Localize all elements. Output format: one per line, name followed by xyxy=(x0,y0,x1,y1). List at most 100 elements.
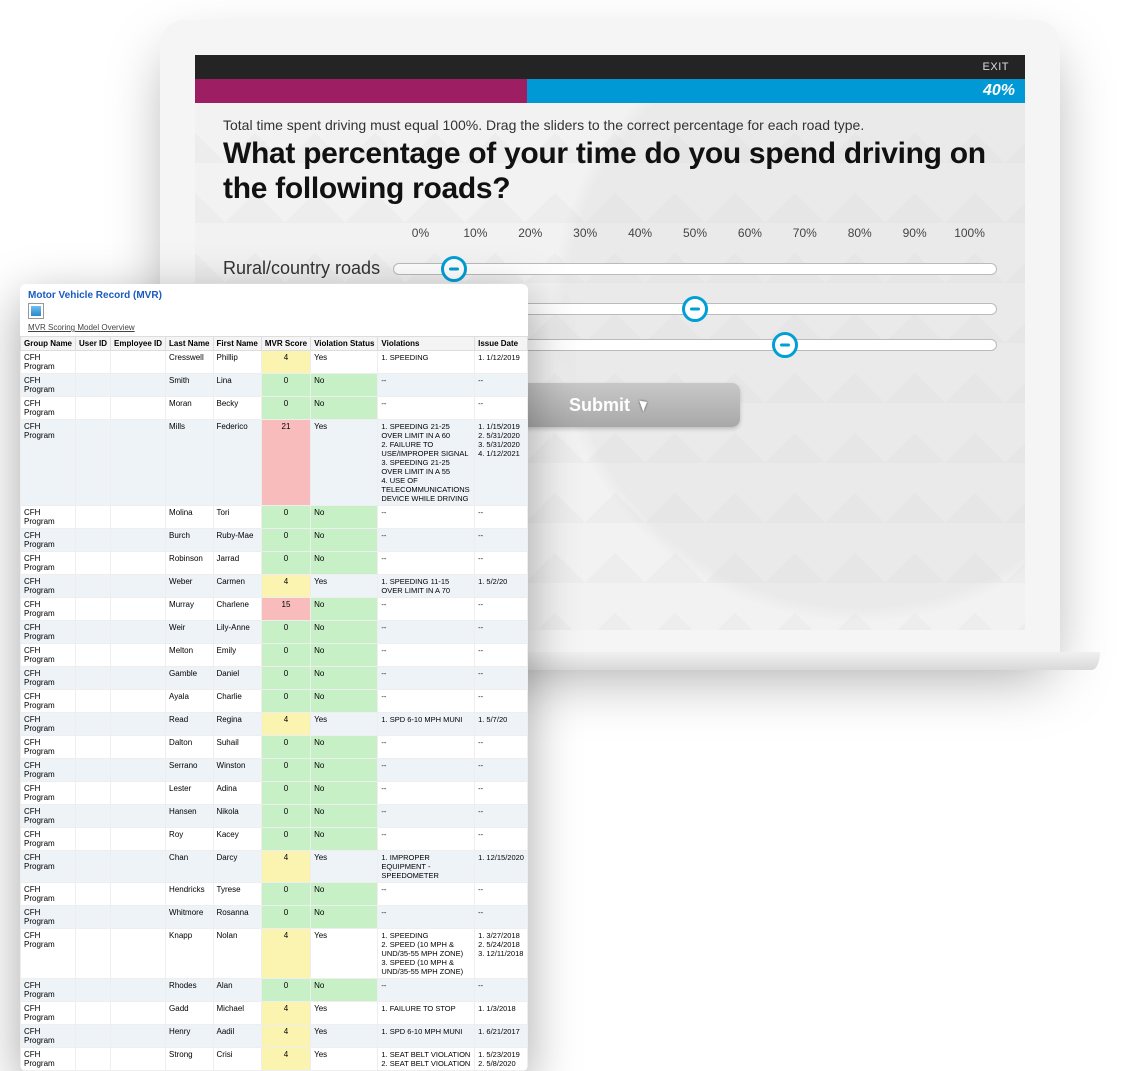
cell: Nikola xyxy=(213,805,261,828)
tick-label: 90% xyxy=(887,226,942,240)
cell: Ruby-Mae xyxy=(213,529,261,552)
table-row[interactable]: CFH ProgramWeberCarmen4Yes1. SPEEDING 11… xyxy=(21,575,528,598)
column-header[interactable]: User ID xyxy=(76,337,111,351)
cell: Jarrad xyxy=(213,552,261,575)
slider-thumb[interactable] xyxy=(441,256,467,282)
column-header[interactable]: Employee ID xyxy=(111,337,166,351)
slider-label: Rural/country roads xyxy=(223,258,393,279)
table-row[interactable]: CFH ProgramSerranoWinston0No---- xyxy=(21,759,528,782)
column-header[interactable]: Violations xyxy=(378,337,475,351)
slider-track[interactable] xyxy=(393,263,997,275)
cell: Federico xyxy=(213,420,261,506)
cell xyxy=(76,1048,111,1071)
cell: Kacey xyxy=(213,828,261,851)
table-row[interactable]: CFH ProgramSmithLina0No---- xyxy=(21,374,528,397)
cell: Regina xyxy=(213,713,261,736)
column-header[interactable]: Group Name xyxy=(21,337,76,351)
cell: Aadil xyxy=(213,1025,261,1048)
column-header[interactable]: Issue Date xyxy=(475,337,528,351)
cell xyxy=(111,420,166,506)
table-row[interactable]: CFH ProgramMeltonEmily0No---- xyxy=(21,644,528,667)
cell: No xyxy=(311,883,378,906)
cell xyxy=(76,575,111,598)
cell xyxy=(111,529,166,552)
exit-link[interactable]: EXIT xyxy=(983,61,1009,73)
instruction-text: Total time spent driving must equal 100%… xyxy=(195,103,1025,133)
table-header-row: Group NameUser IDEmployee IDLast NameFir… xyxy=(21,337,528,351)
cell: CFH Program xyxy=(21,736,76,759)
cell: No xyxy=(311,979,378,1002)
cell: Gadd xyxy=(166,1002,213,1025)
cell: Yes xyxy=(311,713,378,736)
cell: CFH Program xyxy=(21,851,76,883)
table-row[interactable]: CFH ProgramMurrayCharlene15No---- xyxy=(21,598,528,621)
table-row[interactable]: CFH ProgramReadRegina4Yes1. SPD 6-10 MPH… xyxy=(21,713,528,736)
column-header[interactable]: Violation Status xyxy=(311,337,378,351)
table-row[interactable]: CFH ProgramLesterAdina0No---- xyxy=(21,782,528,805)
cell: CFH Program xyxy=(21,351,76,374)
cell: Yes xyxy=(311,351,378,374)
cell: CFH Program xyxy=(21,713,76,736)
cell xyxy=(111,690,166,713)
table-row[interactable]: CFH ProgramWeirLily-Anne0No---- xyxy=(21,621,528,644)
slider-thumb[interactable] xyxy=(772,332,798,358)
table-row[interactable]: CFH ProgramDaltonSuhail0No---- xyxy=(21,736,528,759)
cell: 0 xyxy=(261,667,310,690)
table-row[interactable]: CFH ProgramMoranBecky0No---- xyxy=(21,397,528,420)
cell: -- xyxy=(378,759,475,782)
cell: Mills xyxy=(166,420,213,506)
progress-complete xyxy=(195,79,527,103)
table-row[interactable]: CFH ProgramStrongCrisi4Yes1. SEAT BELT V… xyxy=(21,1048,528,1071)
cell: No xyxy=(311,506,378,529)
table-row[interactable]: CFH ProgramRobinsonJarrad0No---- xyxy=(21,552,528,575)
table-row[interactable]: CFH ProgramGambleDaniel0No---- xyxy=(21,667,528,690)
cell: 1. 1/12/2019 xyxy=(475,351,528,374)
table-row[interactable]: CFH ProgramHenryAadil4Yes1. SPD 6-10 MPH… xyxy=(21,1025,528,1048)
table-row[interactable]: CFH ProgramChanDarcy4Yes1. IMPROPER EQUI… xyxy=(21,851,528,883)
table-row[interactable]: CFH ProgramGaddMichael4Yes1. FAILURE TO … xyxy=(21,1002,528,1025)
table-row[interactable]: CFH ProgramAyalaCharlie0No---- xyxy=(21,690,528,713)
table-row[interactable]: CFH ProgramHendricksTyrese0No---- xyxy=(21,883,528,906)
cell xyxy=(76,420,111,506)
column-header[interactable]: Last Name xyxy=(166,337,213,351)
cell xyxy=(111,736,166,759)
cell: Melton xyxy=(166,644,213,667)
cell: -- xyxy=(475,906,528,929)
cell: CFH Program xyxy=(21,598,76,621)
cell: -- xyxy=(475,552,528,575)
cell xyxy=(111,552,166,575)
slider-thumb[interactable] xyxy=(682,296,708,322)
cell: Lester xyxy=(166,782,213,805)
cell: Tori xyxy=(213,506,261,529)
cell: 0 xyxy=(261,782,310,805)
cell: -- xyxy=(378,506,475,529)
cell: Whitmore xyxy=(166,906,213,929)
cell: CFH Program xyxy=(21,883,76,906)
table-row[interactable]: CFH ProgramCresswellPhillip4Yes1. SPEEDI… xyxy=(21,351,528,374)
table-row[interactable]: CFH ProgramRoyKacey0No---- xyxy=(21,828,528,851)
cell: Moran xyxy=(166,397,213,420)
table-row[interactable]: CFH ProgramRhodesAlan0No---- xyxy=(21,979,528,1002)
cell: No xyxy=(311,782,378,805)
column-header[interactable]: MVR Score xyxy=(261,337,310,351)
cell: CFH Program xyxy=(21,906,76,929)
table-row[interactable]: CFH ProgramBurchRuby-Mae0No---- xyxy=(21,529,528,552)
table-row[interactable]: CFH ProgramWhitmoreRosanna0No---- xyxy=(21,906,528,929)
cell: 1. 3/27/20182. 5/24/20183. 12/11/2018 xyxy=(475,929,528,979)
cell: -- xyxy=(475,374,528,397)
cell: 0 xyxy=(261,828,310,851)
table-row[interactable]: CFH ProgramMillsFederico21Yes1. SPEEDING… xyxy=(21,420,528,506)
cell: -- xyxy=(475,506,528,529)
cell: Adina xyxy=(213,782,261,805)
cell: Yes xyxy=(311,1025,378,1048)
export-icon[interactable] xyxy=(28,303,44,319)
cell: Robinson xyxy=(166,552,213,575)
column-header[interactable]: First Name xyxy=(213,337,261,351)
cell: 0 xyxy=(261,906,310,929)
cell xyxy=(111,506,166,529)
cell: CFH Program xyxy=(21,552,76,575)
tick-label: 80% xyxy=(832,226,887,240)
table-row[interactable]: CFH ProgramHansenNikola0No---- xyxy=(21,805,528,828)
table-row[interactable]: CFH ProgramKnappNolan4Yes1. SPEEDING2. S… xyxy=(21,929,528,979)
table-row[interactable]: CFH ProgramMolinaTori0No---- xyxy=(21,506,528,529)
